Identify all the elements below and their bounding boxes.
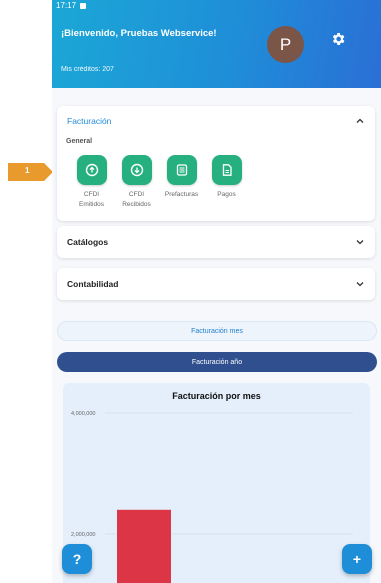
bar-chart: 4,000,000 2,000,000: [71, 411, 353, 583]
cfdi-recibidos-button[interactable]: [121, 155, 152, 185]
cfdi-emitidos-label: CFDI Emitidos: [79, 190, 104, 210]
welcome-text: ¡Bienvenido, Pruebas Webservice!: [61, 28, 217, 39]
contabilidad-header[interactable]: Contabilidad: [57, 268, 375, 300]
step-arrow-icon: [8, 163, 53, 181]
prefacturas-button[interactable]: [166, 155, 197, 185]
app-screen: 17:17 ¡Bienvenido, Pruebas Webservice! M…: [52, 0, 381, 583]
chevron-down-icon: [356, 282, 364, 287]
upload-circle-icon: [85, 163, 98, 177]
header: 17:17 ¡Bienvenido, Pruebas Webservice! M…: [52, 0, 381, 88]
prefacturas-label: Prefacturas: [164, 191, 199, 198]
list-icon: [176, 164, 187, 176]
avatar[interactable]: P: [267, 26, 304, 63]
cfdi-emitidos-button[interactable]: [76, 155, 107, 185]
credits-text: Mis créditos: 207: [61, 66, 114, 73]
pagos-button[interactable]: [211, 155, 242, 185]
catalogos-card[interactable]: Catálogos: [57, 226, 375, 258]
chart-bar: [117, 509, 171, 583]
catalogos-title: Catálogos: [67, 237, 109, 247]
facturacion-actions: CFDI Emitidos CFDI Recibidos Prefacturas…: [57, 155, 375, 210]
chevron-up-icon: [356, 118, 364, 123]
cfdi-emitidos-label-text: CFDI Emitidos: [79, 191, 104, 208]
help-button[interactable]: ?: [62, 544, 92, 574]
catalogos-header[interactable]: Catálogos: [57, 226, 375, 258]
step-badge-number: 1: [25, 166, 30, 175]
facturacion-card: Facturación General CFDI Emitidos CFDI R…: [57, 106, 375, 221]
facturacion-title: Facturación: [67, 116, 112, 126]
chevron-down-icon: [356, 240, 364, 245]
add-button[interactable]: +: [342, 544, 372, 574]
pagos-label: Pagos: [217, 191, 236, 198]
facturacion-header[interactable]: Facturación: [57, 106, 375, 136]
facturacion-mes-toggle[interactable]: Facturación mes: [57, 321, 377, 341]
notification-icon: [80, 2, 87, 9]
status-bar: 17:17: [56, 1, 87, 10]
section-general-label: General: [66, 138, 93, 145]
chart-card: 4,000,000 2,000,000 Facturación por mes: [63, 383, 370, 583]
contabilidad-title: Contabilidad: [67, 279, 119, 289]
y-tick-label: 2,000,000: [71, 532, 95, 538]
y-tick-label: 4,000,000: [71, 411, 95, 417]
cfdi-recibidos-label-text: CFDI Recibidos: [122, 191, 151, 208]
document-icon: [222, 164, 232, 176]
gear-icon[interactable]: [330, 31, 346, 47]
facturacion-anio-toggle[interactable]: Facturación año: [57, 352, 377, 372]
chart-title: Facturación por mes: [172, 391, 261, 401]
pagos-action[interactable]: Pagos: [204, 155, 249, 210]
status-time: 17:17: [56, 1, 77, 10]
cfdi-emitidos-action[interactable]: CFDI Emitidos: [69, 155, 114, 210]
contabilidad-card[interactable]: Contabilidad: [57, 268, 375, 300]
cfdi-recibidos-label: CFDI Recibidos: [122, 190, 151, 210]
cfdi-recibidos-action[interactable]: CFDI Recibidos: [114, 155, 159, 210]
download-circle-icon: [130, 163, 143, 177]
step-badge: 1: [8, 163, 54, 181]
prefacturas-action[interactable]: Prefacturas: [159, 155, 204, 210]
